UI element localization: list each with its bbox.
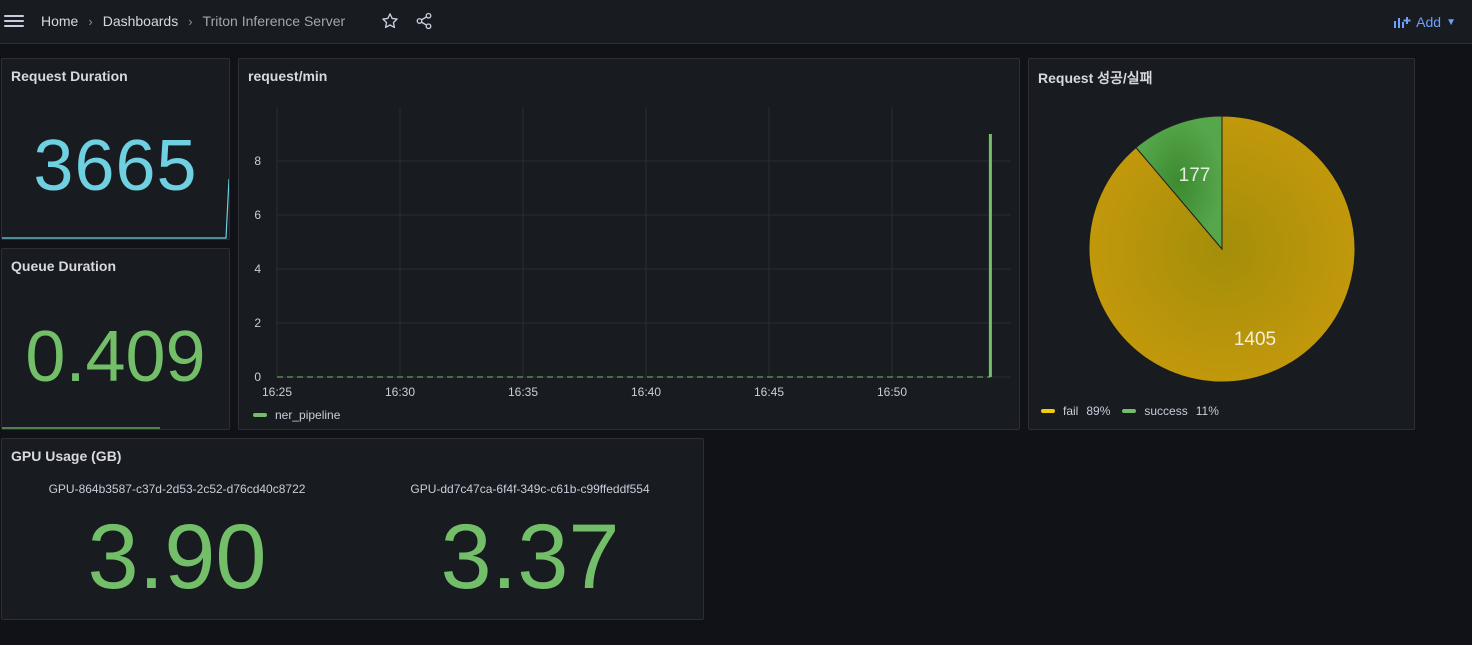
legend-swatch	[253, 413, 267, 417]
chevron-down-icon: ▼	[1446, 16, 1456, 28]
star-icon[interactable]	[381, 12, 401, 32]
y-tick-label: 2	[254, 316, 261, 330]
x-tick-label: 16:30	[385, 385, 415, 399]
add-button[interactable]: Add ▼	[1393, 12, 1456, 32]
legend-swatch	[1041, 409, 1055, 413]
x-tick-label: 16:25	[262, 385, 292, 399]
request-duration-panel[interactable]: Request Duration 3665	[1, 58, 230, 240]
request-success-fail-panel[interactable]: Request 성공/실패 1405 177 fail 89% success 1…	[1028, 58, 1415, 430]
pie-value-label: 177	[1179, 165, 1211, 186]
legend-label: success	[1144, 404, 1188, 418]
sparkline	[2, 178, 229, 239]
gpu-name: GPU-dd7c47ca-6f4f-349c-c61b-c99ffeddf554	[410, 482, 650, 496]
gpu-usage-panel[interactable]: GPU Usage (GB) GPU-864b3587-c37d-2d53-2c…	[1, 438, 704, 620]
share-icon[interactable]	[415, 12, 435, 32]
gpu-value: 3.37	[440, 506, 620, 608]
pie-value-label: 1405	[1234, 329, 1276, 350]
queue-duration-panel[interactable]: Queue Duration 0.409	[1, 248, 230, 430]
pie-chart: 1405 177	[1088, 115, 1356, 383]
add-label: Add	[1416, 14, 1442, 30]
menu-icon[interactable]	[4, 12, 24, 32]
top-navbar: Home › Dashboards › Triton Inference Ser…	[0, 0, 1472, 44]
chart-legend: ner_pipeline	[253, 404, 352, 422]
legend-percent: 89%	[1086, 404, 1111, 418]
request-per-min-panel[interactable]: request/min 0 2 4 6 8 16:25 16:30 16:35 16:40 16:…	[238, 58, 1020, 430]
y-tick-label: 6	[254, 208, 261, 222]
legend-item-fail[interactable]: fail 89%	[1041, 404, 1110, 418]
sparkline	[2, 427, 160, 429]
legend-item[interactable]: ner_pipeline	[253, 408, 340, 422]
legend-percent: 11%	[1195, 404, 1219, 418]
legend-swatch	[1122, 409, 1137, 413]
y-tick-label: 0	[254, 370, 261, 384]
chevron-right-icon: ›	[188, 13, 193, 29]
pie-legend: fail 89% success 11%	[1041, 404, 1231, 418]
panel-title: GPU Usage (GB)	[11, 448, 122, 464]
x-tick-label: 16:50	[877, 385, 907, 399]
legend-label: fail	[1063, 404, 1079, 418]
x-tick-label: 16:45	[754, 385, 784, 399]
add-panel-icon	[1394, 17, 1411, 28]
legend-item-success[interactable]: success 11%	[1122, 404, 1219, 418]
time-series-chart: 0 2 4 6 8 16:25 16:30 16:35 16:40 16:45 16:50	[254, 107, 1011, 399]
y-tick-label: 8	[254, 154, 261, 168]
breadcrumb-home[interactable]: Home	[41, 13, 78, 29]
legend-label: ner_pipeline	[275, 408, 341, 422]
x-tick-label: 16:40	[631, 385, 661, 399]
y-tick-label: 4	[254, 262, 261, 276]
gpu-name: GPU-864b3587-c37d-2d53-2c52-d76cd40c8722	[48, 482, 306, 496]
breadcrumb: Home › Dashboards › Triton Inference Ser…	[41, 13, 345, 29]
breadcrumb-current: Triton Inference Server	[202, 13, 346, 29]
breadcrumb-dashboards[interactable]: Dashboards	[103, 13, 179, 29]
x-tick-label: 16:35	[508, 385, 538, 399]
chevron-right-icon: ›	[88, 13, 93, 29]
gpu-value: 3.90	[87, 506, 267, 608]
